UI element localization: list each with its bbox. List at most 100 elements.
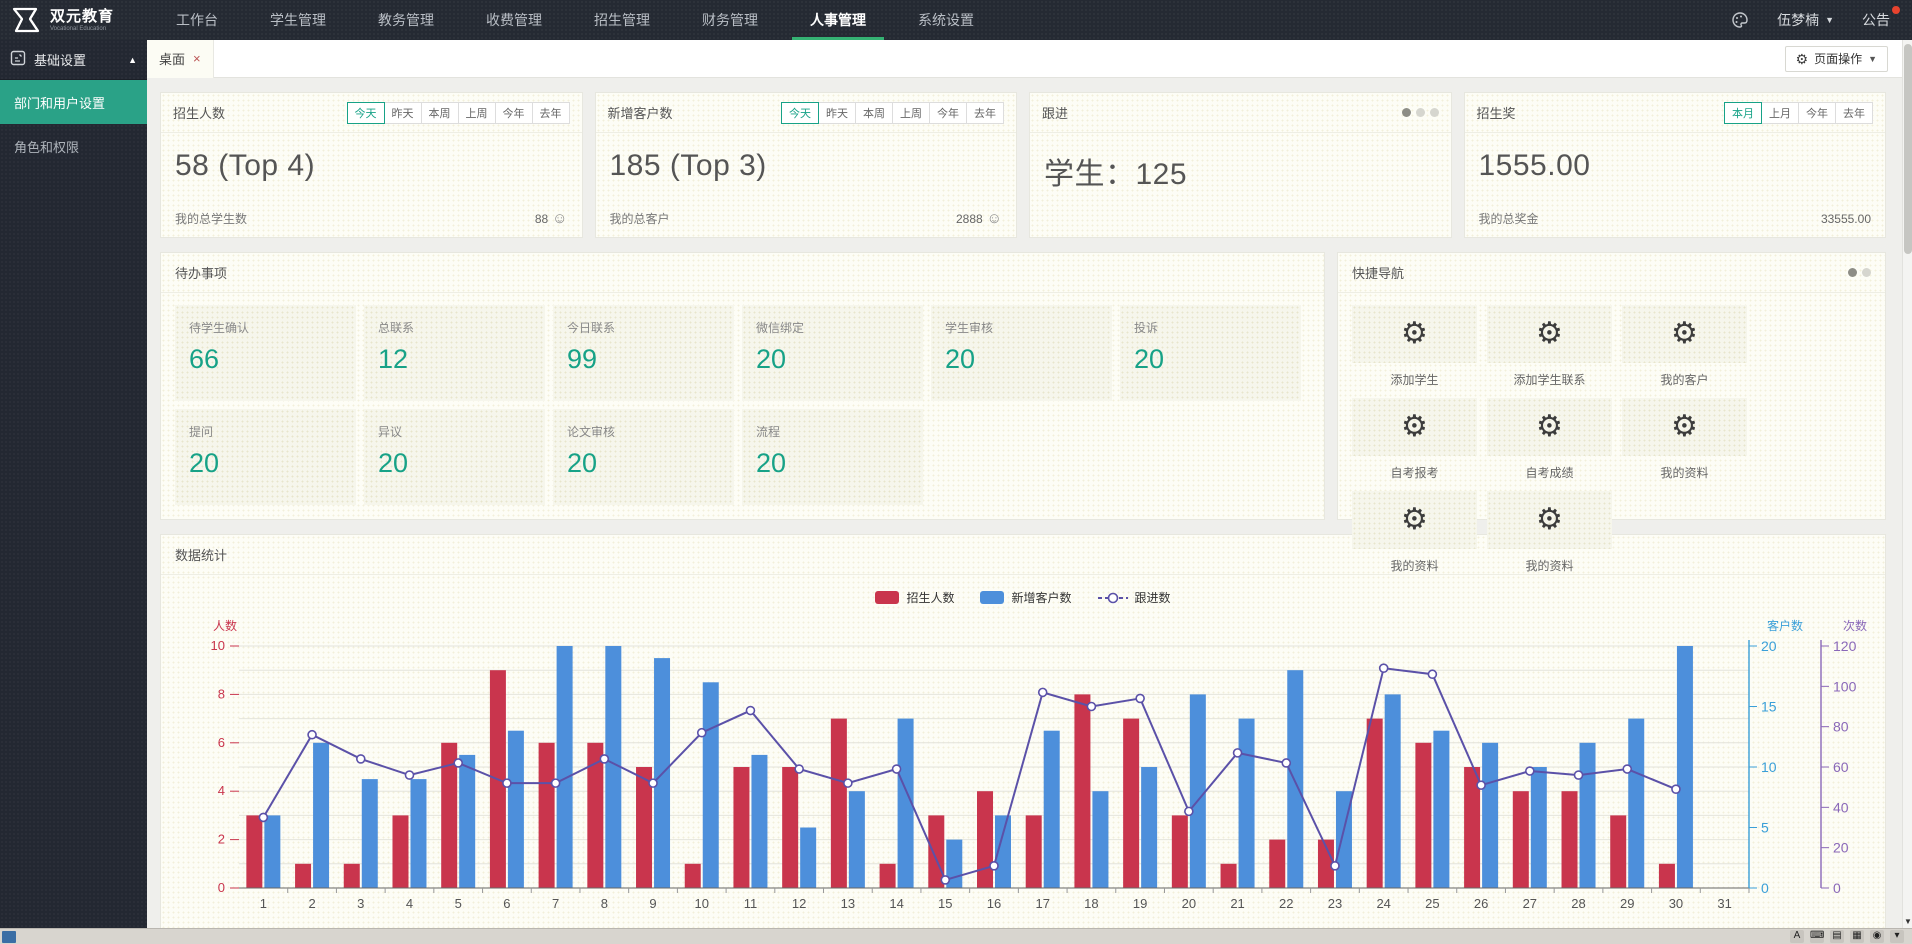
filter-button-本周[interactable]: 本周 — [422, 102, 459, 124]
scrollbar-thumb[interactable] — [1904, 44, 1912, 254]
filter-button-今年[interactable]: 今年 — [1799, 102, 1836, 124]
stat-card-title: 新增客户数 — [608, 103, 673, 122]
todo-item-2[interactable]: 今日联系99 — [553, 305, 734, 401]
taskbar-start-icon[interactable] — [2, 931, 16, 943]
display-icon[interactable]: ▦ — [1850, 930, 1864, 943]
carousel-dot-2[interactable] — [1430, 108, 1439, 117]
notice-link[interactable]: 公告 — [1862, 10, 1890, 30]
svg-text:19: 19 — [1133, 896, 1147, 911]
filter-button-昨天[interactable]: 昨天 — [385, 102, 422, 124]
carousel-dot-1[interactable] — [1416, 108, 1425, 117]
legend-item-1[interactable]: 新增客户数 — [980, 589, 1071, 606]
filter-button-今天[interactable]: 今天 — [347, 102, 385, 124]
todo-item-0[interactable]: 待学生确认66 — [175, 305, 356, 401]
filter-button-去年[interactable]: 去年 — [1836, 102, 1873, 124]
filter-button-今年[interactable]: 今年 — [930, 102, 967, 124]
stat-card-value: 58 (Top 4) — [161, 133, 582, 183]
carousel-dot-1[interactable] — [1862, 268, 1871, 277]
filter-button-去年[interactable]: 去年 — [967, 102, 1004, 124]
svg-text:5: 5 — [1761, 820, 1769, 836]
collapse-up-icon: ▲ — [128, 55, 137, 65]
smiley-icon: ☺ — [552, 210, 567, 227]
filter-button-上月[interactable]: 上月 — [1762, 102, 1799, 124]
brand-name: 双元教育 — [50, 9, 114, 24]
legend-item-0[interactable]: 招生人数 — [875, 589, 954, 606]
quick-nav-item-4[interactable]: ⚙自考成绩 — [1487, 398, 1612, 481]
todo-item-7[interactable]: 异议20 — [364, 409, 545, 505]
nav-item-5[interactable]: 财务管理 — [676, 0, 784, 40]
quick-nav-item-1[interactable]: ⚙添加学生联系 — [1487, 305, 1612, 388]
volume-icon[interactable]: ◉ — [1870, 930, 1884, 943]
input-method-icon[interactable]: A — [1790, 930, 1804, 943]
todo-item-label: 今日联系 — [567, 319, 734, 336]
brand[interactable]: 双元教育 Vocational Education — [0, 5, 150, 35]
nav-item-1[interactable]: 学生管理 — [244, 0, 352, 40]
filter-button-昨天[interactable]: 昨天 — [819, 102, 856, 124]
tray-collapse-icon[interactable]: ▾ — [1890, 930, 1904, 943]
stat-card-footer-value: 88 — [535, 212, 548, 226]
todo-item-1[interactable]: 总联系12 — [364, 305, 545, 401]
svg-text:11: 11 — [744, 896, 758, 911]
notice-badge — [1892, 6, 1900, 14]
filter-button-上周[interactable]: 上周 — [459, 102, 496, 124]
user-menu[interactable]: 伍梦楠 ▼ — [1777, 10, 1834, 30]
quick-nav-item-0[interactable]: ⚙添加学生 — [1352, 305, 1477, 388]
quick-nav-title: 快捷导航 — [1352, 263, 1404, 282]
sidebar-item-0[interactable]: 部门和用户设置 — [0, 80, 147, 124]
close-icon[interactable]: × — [193, 51, 201, 66]
todo-item-9[interactable]: 流程20 — [742, 409, 923, 505]
nav-item-3[interactable]: 收费管理 — [460, 0, 568, 40]
vertical-scrollbar[interactable]: ▼ — [1902, 40, 1912, 928]
todo-item-label: 异议 — [378, 423, 545, 440]
todo-item-3[interactable]: 微信绑定20 — [742, 305, 923, 401]
quick-nav-item-7[interactable]: ⚙我的资料 — [1487, 491, 1612, 574]
stat-cards-row: 招生人数今天昨天本周上周今年去年58 (Top 4)我的总学生数88☺新增客户数… — [160, 92, 1886, 238]
gear-icon: ⚙ — [1536, 505, 1563, 535]
gear-icon: ⚙ — [1536, 319, 1563, 349]
todo-item-8[interactable]: 论文审核20 — [553, 409, 734, 505]
nav-item-4[interactable]: 招生管理 — [568, 0, 676, 40]
filter-button-今天[interactable]: 今天 — [781, 102, 819, 124]
clipboard-icon[interactable]: ▤ — [1830, 930, 1844, 943]
legend-swatch — [875, 591, 899, 604]
legend-item-2[interactable]: 跟进数 — [1098, 589, 1171, 606]
nav-item-6[interactable]: 人事管理 — [784, 0, 892, 40]
todo-item-6[interactable]: 提问20 — [175, 409, 356, 505]
sidebar-item-1[interactable]: 角色和权限 — [0, 124, 147, 168]
filter-button-本月[interactable]: 本月 — [1724, 102, 1762, 124]
sidebar-group-basic-settings[interactable]: 基础设置 ▲ — [0, 40, 147, 80]
todo-item-4[interactable]: 学生审核20 — [931, 305, 1112, 401]
tab-desktop[interactable]: 桌面 × — [147, 40, 214, 78]
carousel-dot-0[interactable] — [1402, 108, 1411, 117]
legend-label: 招生人数 — [906, 589, 954, 606]
quick-nav-item-6[interactable]: ⚙我的资料 — [1352, 491, 1477, 574]
nav-item-0[interactable]: 工作台 — [150, 0, 244, 40]
todo-item-5[interactable]: 投诉20 — [1120, 305, 1301, 401]
carousel-dots — [1402, 108, 1439, 117]
gear-icon: ⚙ — [1796, 52, 1809, 66]
nav-item-7[interactable]: 系统设置 — [892, 0, 1000, 40]
stat-card-footer-value: 2888 — [956, 212, 983, 226]
page-actions-button[interactable]: ⚙ 页面操作 ▼ — [1785, 46, 1889, 72]
filter-button-今年[interactable]: 今年 — [496, 102, 533, 124]
carousel-dot-0[interactable] — [1848, 268, 1857, 277]
stat-card-filters: 今天昨天本周上周今年去年 — [781, 102, 1004, 124]
stat-card-title: 招生奖 — [1477, 103, 1516, 122]
todo-item-label: 总联系 — [378, 319, 545, 336]
statistics-chart: 1234567891011121314151617181920212223242… — [161, 608, 1885, 928]
scrollbar-down-arrow[interactable]: ▼ — [1903, 916, 1912, 928]
filter-button-去年[interactable]: 去年 — [533, 102, 570, 124]
quick-nav-item-2[interactable]: ⚙我的客户 — [1622, 305, 1747, 388]
quick-nav-grid: ⚙添加学生⚙添加学生联系⚙我的客户⚙自考报考⚙自考成绩⚙我的资料⚙我的资料⚙我的… — [1338, 293, 1885, 586]
quick-nav-item-3[interactable]: ⚙自考报考 — [1352, 398, 1477, 481]
filter-button-本周[interactable]: 本周 — [856, 102, 893, 124]
todo-item-value: 20 — [756, 344, 923, 375]
quick-nav-item-5[interactable]: ⚙我的资料 — [1622, 398, 1747, 481]
filter-button-上周[interactable]: 上周 — [893, 102, 930, 124]
keyboard-icon[interactable]: ⌨ — [1810, 930, 1824, 943]
nav-item-2[interactable]: 教务管理 — [352, 0, 460, 40]
svg-text:80: 80 — [1833, 719, 1849, 735]
theme-palette-icon[interactable] — [1731, 11, 1749, 29]
todo-item-value: 20 — [567, 448, 734, 479]
quick-nav-item-label: 我的客户 — [1622, 371, 1747, 388]
